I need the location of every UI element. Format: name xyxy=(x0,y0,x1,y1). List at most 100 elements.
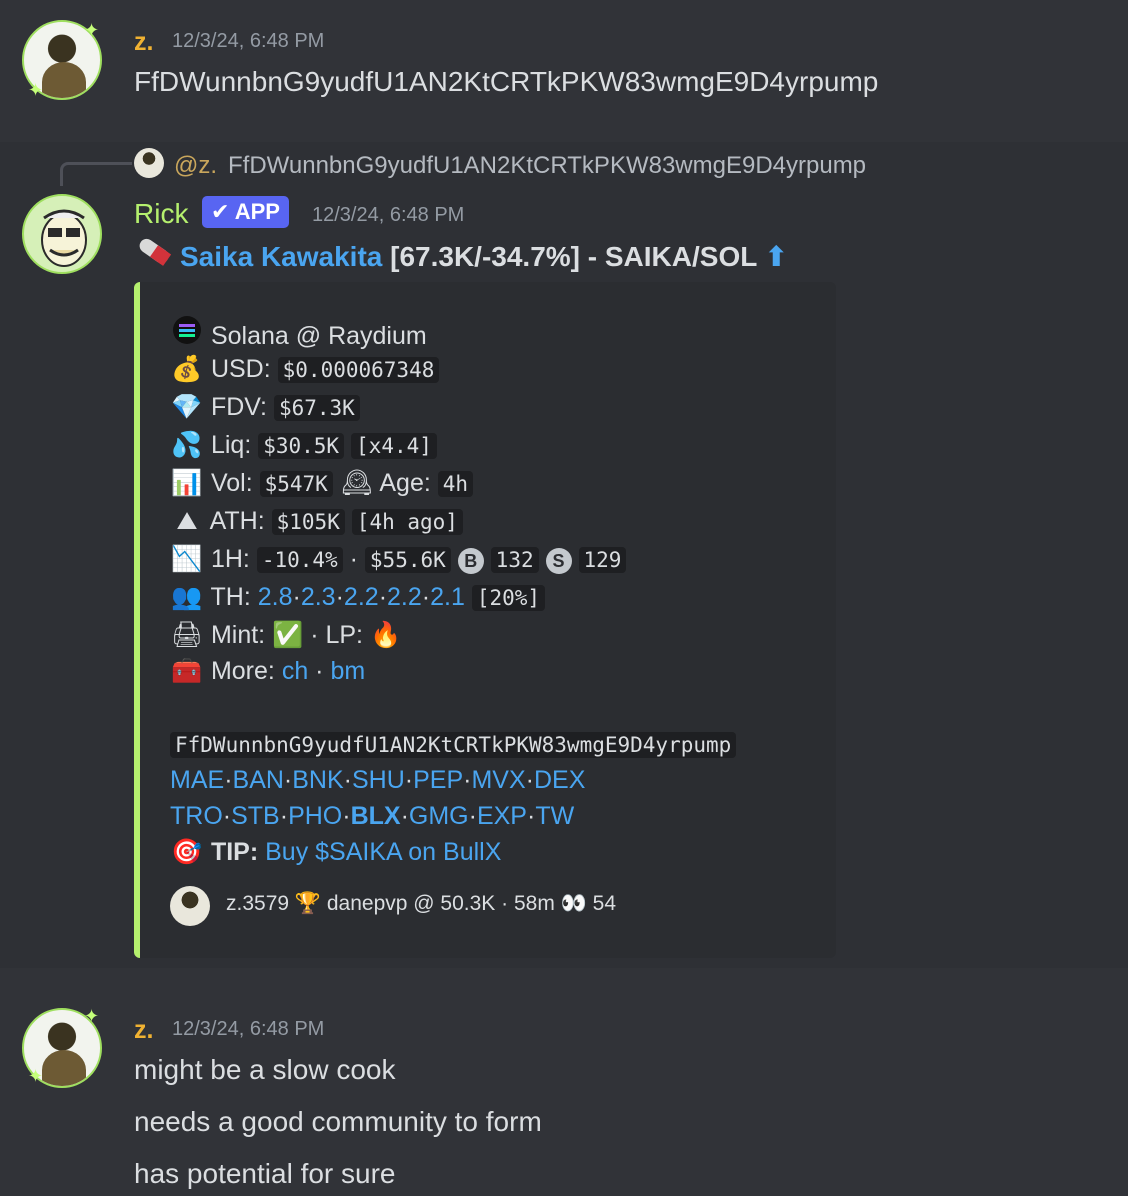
th-percent: [20%] xyxy=(471,585,546,611)
tip-label: TIP: xyxy=(210,838,259,866)
sparkle-icon: ✦ xyxy=(28,1066,44,1086)
droplets-icon: 💦 xyxy=(171,431,203,459)
embed-tip-row: 🎯 TIP: Buy $SAIKA on BullX xyxy=(170,836,501,868)
money-bag-icon: 💰 xyxy=(171,355,203,383)
message-text: FfDWunnbnG9yudfU1AN2KtCRTkPKW83wmgE9D4yr… xyxy=(134,66,879,97)
pill-icon xyxy=(134,236,180,273)
th-link[interactable]: 2.1 xyxy=(430,583,465,611)
buys-icon: B xyxy=(457,548,484,574)
h1-label: 1H: xyxy=(210,545,250,573)
sparkle-icon: ✦ xyxy=(84,1006,100,1026)
username[interactable]: z. xyxy=(134,28,153,57)
th-label: TH: xyxy=(210,583,251,611)
embed-usd-row: 💰 USD: $0.000067348 xyxy=(170,353,440,385)
ath-value: $105K xyxy=(271,509,345,535)
link-gmg[interactable]: GMG xyxy=(409,802,469,830)
reply-connector xyxy=(60,162,132,186)
age-value: 4h xyxy=(437,471,474,497)
avatar[interactable] xyxy=(22,194,102,274)
embed-fdv-row: 💎 FDV: $67.3K xyxy=(170,391,360,423)
link-dex[interactable]: DEX xyxy=(534,766,585,794)
holders-icon: 👥 xyxy=(171,583,203,611)
embed-footer: z.3579 🏆 danepvp @ 50.3K · 58m 👀 54 xyxy=(226,892,616,915)
timestamp[interactable]: 12/3/24, 6:48 PM xyxy=(312,204,464,227)
embed-liq-row: 💦 Liq: $30.5K [x4.4] xyxy=(170,429,437,461)
chart-down-icon: 📉 xyxy=(171,545,203,573)
message-line: needs a good community to form xyxy=(134,1106,542,1137)
reply-mention[interactable]: @z. xyxy=(174,152,217,180)
lp-label: LP: xyxy=(325,621,363,649)
link-tw[interactable]: TW xyxy=(535,802,574,830)
clock-icon: 🕰 xyxy=(340,469,373,497)
link-bnk[interactable]: BNK xyxy=(292,766,343,794)
sparkle-icon: ✦ xyxy=(84,20,100,40)
th-link[interactable]: 2.3 xyxy=(301,583,336,611)
diamond-icon: 💎 xyxy=(171,393,203,421)
fdv-value: $67.3K xyxy=(273,395,360,421)
target-icon: 🎯 xyxy=(171,838,203,866)
age-label: Age: xyxy=(379,469,431,497)
reply-avatar[interactable] xyxy=(134,148,164,178)
tip-link[interactable]: Buy $SAIKA on BullX xyxy=(265,838,501,866)
link-exp[interactable]: EXP xyxy=(477,802,527,830)
link-shu[interactable]: SHU xyxy=(352,766,405,794)
contract-address[interactable]: FfDWunnbnG9yudfU1AN2KtCRTkPKW83wmgE9D4yr… xyxy=(170,732,737,758)
embed-more-row: 🧰 More: ch · bm xyxy=(171,657,366,685)
h1-change: -10.4% xyxy=(256,547,343,573)
ath-ago: [4h ago] xyxy=(351,509,463,535)
link-ban[interactable]: BAN xyxy=(233,766,284,794)
embed-mint-row: 🖨 Mint: ✅ · LP: 🔥 xyxy=(171,621,402,649)
link-mae[interactable]: MAE xyxy=(170,766,224,794)
th-link[interactable]: 2.2 xyxy=(344,583,379,611)
link-stb[interactable]: STB xyxy=(231,802,280,830)
message-z-2: ✦ ✦ z. 12/3/24, 6:48 PM might be a slow … xyxy=(0,990,1128,1196)
link-tro[interactable]: TRO xyxy=(170,802,223,830)
app-badge: ✔ APP xyxy=(202,196,289,228)
timestamp[interactable]: 12/3/24, 6:48 PM xyxy=(172,1018,324,1041)
token-embed: Solana @ Raydium 💰 USD: $0.000067348 💎 F… xyxy=(134,282,836,958)
printer-icon: 🖨 xyxy=(171,621,203,649)
liq-label: Liq: xyxy=(210,431,252,459)
more-link-ch[interactable]: ch xyxy=(282,657,308,685)
vol-value: $547K xyxy=(259,471,333,497)
sparkle-icon: ✦ xyxy=(28,80,44,100)
link-pho[interactable]: PHO xyxy=(288,802,342,830)
timestamp[interactable]: 12/3/24, 6:48 PM xyxy=(172,30,324,53)
vol-label: Vol: xyxy=(210,469,253,497)
headline-stats: [67.3K/-34.7%] - SAIKA/SOL xyxy=(382,241,765,272)
th-link[interactable]: 2.8 xyxy=(258,583,293,611)
embed-1h-row: 📉 1H: -10.4% · $55.6K B 132 S 129 xyxy=(170,543,627,575)
embed-links-row-2: TRO·STB·PHO·BLX·GMG·EXP·TW xyxy=(170,802,575,830)
link-pep[interactable]: PEP xyxy=(413,766,463,794)
usd-label: USD: xyxy=(210,355,271,383)
embed-contract-row: FfDWunnbnG9yudfU1AN2KtCRTkPKW83wmgE9D4yr… xyxy=(170,728,737,760)
fire-icon: 🔥 xyxy=(369,621,402,649)
mint-label: Mint: xyxy=(210,621,266,649)
message-line: has potential for sure xyxy=(134,1158,396,1189)
h1-volume: $55.6K xyxy=(364,547,451,573)
chain-label: Solana @ Raydium xyxy=(210,322,427,350)
link-mvx[interactable]: MVX xyxy=(471,766,525,794)
bar-chart-icon: 📊 xyxy=(171,469,203,497)
reply-preview[interactable]: FfDWunnbnG9yudfU1AN2KtCRTkPKW83wmgE9D4yr… xyxy=(228,152,866,180)
usd-value: $0.000067348 xyxy=(277,357,440,383)
fdv-label: FDV: xyxy=(210,393,267,421)
username[interactable]: Rick xyxy=(134,198,188,230)
liq-multiplier: [x4.4] xyxy=(351,433,437,459)
solana-icon xyxy=(170,316,204,352)
username[interactable]: z. xyxy=(134,1016,153,1045)
liq-value: $30.5K xyxy=(258,433,345,459)
more-link-bm[interactable]: bm xyxy=(330,657,365,685)
mountain-icon: ⛰ xyxy=(176,507,198,535)
link-blx[interactable]: BLX xyxy=(351,802,401,830)
th-link[interactable]: 2.2 xyxy=(387,583,422,611)
embed-links-row-1: MAE·BAN·BNK·SHU·PEP·MVX·DEX xyxy=(170,766,586,794)
embed-vol-row: 📊 Vol: $547K 🕰 Age: 4h xyxy=(170,467,474,499)
token-name-link[interactable]: Saika Kawakita xyxy=(180,241,382,272)
embed-chain-row: Solana @ Raydium xyxy=(170,316,427,350)
ath-label: ATH: xyxy=(209,507,265,535)
buys-count: 132 xyxy=(490,547,539,573)
embed-ath-row: ⛰ ATH: $105K [4h ago] xyxy=(170,505,463,537)
more-label: More: xyxy=(210,657,275,685)
message-z-1: ✦ ✦ z. 12/3/24, 6:48 PM FfDWunnbnG9yudfU… xyxy=(0,0,1128,140)
